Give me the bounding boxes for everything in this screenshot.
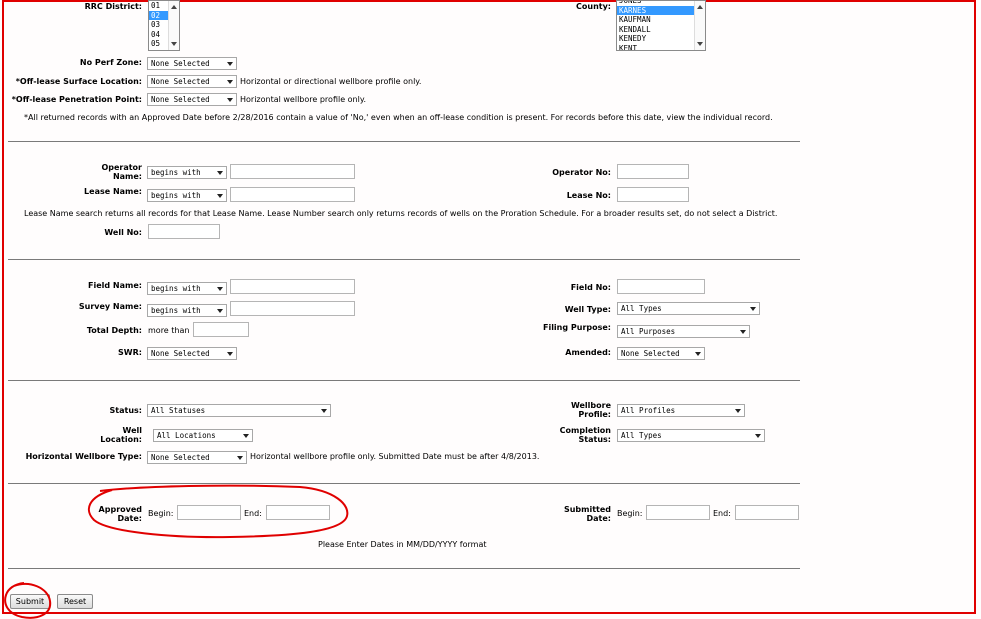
- submit-annotation-circle: [4, 582, 52, 619]
- approved-date-annotation-circle: [87, 484, 349, 539]
- annotation-overlay: [4, 484, 349, 619]
